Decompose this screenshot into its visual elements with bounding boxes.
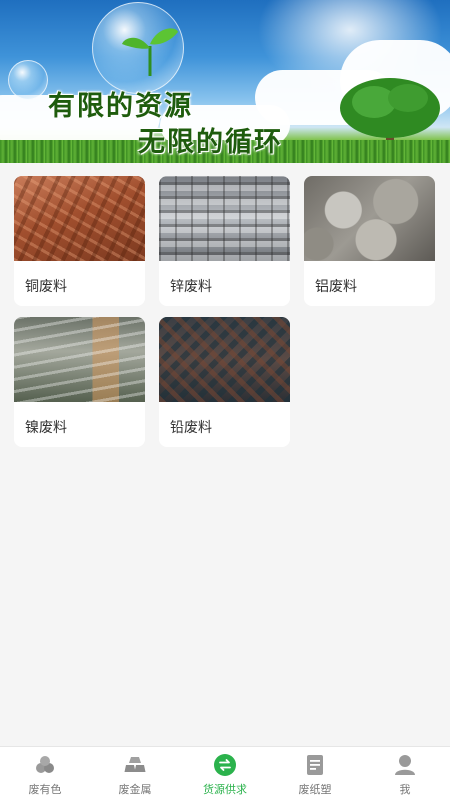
bubble-decoration — [8, 60, 48, 100]
nav-item-nonferrous[interactable]: 废有色 — [0, 747, 90, 800]
sprout-icon — [122, 28, 178, 76]
category-card-lead[interactable]: 铅废料 — [159, 317, 290, 447]
lead-scrap-image — [159, 317, 290, 402]
nav-label: 废金属 — [118, 783, 152, 796]
aluminum-scrap-image — [304, 176, 435, 261]
user-icon — [395, 755, 415, 775]
category-label: 铅废料 — [170, 420, 212, 436]
nav-item-metal[interactable]: 废金属 — [90, 747, 180, 800]
nickel-scrap-image — [14, 317, 145, 402]
nav-label: 废纸塑 — [298, 783, 332, 796]
bottom-nav: 废有色 废金属 货源供求 废纸塑 我 — [0, 746, 450, 800]
category-card-aluminum[interactable]: 铝废料 — [304, 176, 435, 306]
category-card-copper[interactable]: 铜废料 — [14, 176, 145, 306]
nav-label: 我 — [399, 783, 411, 796]
category-label: 锌废料 — [170, 279, 212, 295]
document-icon — [307, 755, 323, 775]
zinc-scrap-image — [159, 176, 290, 261]
nav-label: 货源供求 — [203, 783, 247, 796]
category-label: 镍废料 — [25, 420, 67, 436]
ore-icon — [36, 756, 54, 773]
category-card-zinc[interactable]: 锌废料 — [159, 176, 290, 306]
category-card-nickel[interactable]: 镍废料 — [14, 317, 145, 447]
category-label: 铜废料 — [25, 279, 67, 295]
banner-slogan-line2: 无限的循环 — [138, 127, 283, 158]
category-label: 铝废料 — [315, 279, 357, 295]
nav-item-paper-plastic[interactable]: 废纸塑 — [270, 747, 360, 800]
copper-scrap-image — [14, 176, 145, 261]
nav-label: 废有色 — [28, 783, 62, 796]
nav-item-supply-demand[interactable]: 货源供求 — [180, 747, 270, 800]
ingot-icon — [124, 757, 146, 772]
nav-item-me[interactable]: 我 — [360, 747, 450, 800]
exchange-icon — [214, 754, 236, 776]
banner-slogan-line1: 有限的资源 — [48, 91, 193, 122]
top-banner[interactable]: 有限的资源 无限的循环 — [0, 0, 450, 163]
